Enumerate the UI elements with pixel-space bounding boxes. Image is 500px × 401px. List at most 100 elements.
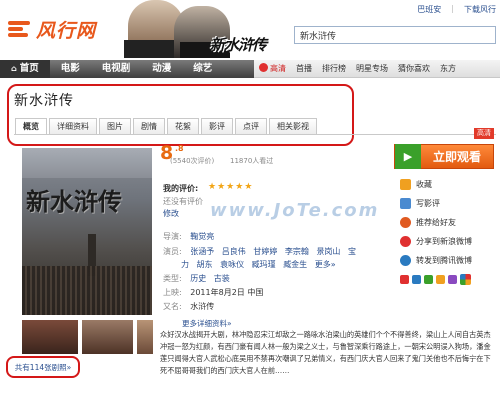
poster-crowd [22,266,152,315]
nav-hd[interactable]: 高清 [254,63,291,74]
logo-text: 风行网 [36,19,97,42]
share-icon[interactable] [448,275,457,284]
main-nav: ⌂ 首页 电影 电视剧 动漫 综艺 高清 首播 排行榜 明星专场 猜你喜欢 东方 [0,60,500,78]
share-icon[interactable] [400,275,409,284]
cast-link[interactable]: 胡东 [197,260,213,269]
site-logo[interactable]: 风行网 [8,14,126,44]
my-rating-stars[interactable]: ★ ★ ★ ★ ★ [208,182,252,192]
tab-overview[interactable]: 概览 [15,118,47,135]
cast-link[interactable]: 景岗山 [316,247,340,256]
cast-link[interactable]: 力 [181,260,189,269]
cast-link[interactable]: 袁咏仪 [220,260,244,269]
collect-action[interactable]: 收藏 [400,175,472,194]
alias-label: 又名: [163,302,182,311]
collect-label: 收藏 [416,180,432,189]
still-thumbnails [22,320,153,354]
cast-link[interactable]: 吕良伟 [222,247,246,256]
release-label: 上映: [163,288,182,297]
top-links: 巴班安 | 下载风行 [417,4,496,15]
nav-movies[interactable]: 电影 [50,60,91,78]
cast-link[interactable]: 臧金生 [283,260,307,269]
more-details-link[interactable]: 更多详细资料» [182,318,232,329]
detail-tabs: 概览 详细资料 图片 剧情 花絮 影评 点评 相关影视 [15,118,317,135]
still-thumbnail[interactable] [137,320,153,354]
nav-ranking[interactable]: 排行榜 [317,63,351,74]
nav-star-special[interactable]: 明星专场 [351,63,393,74]
alias-row: 又名: 水浒传 [163,301,214,312]
cast-row: 演员: 张涵予 吕良伟 甘婷婷 李宗翰 景岗山 宝 [163,246,361,257]
genre-label: 类型: [163,274,182,283]
star-icon[interactable]: ★ [235,182,243,192]
share-icon[interactable] [424,275,433,284]
nav-variety[interactable]: 综艺 [182,60,223,78]
star-icon[interactable]: ★ [244,182,252,192]
my-rating-label: 我的评价: [163,184,199,193]
nav-premiere[interactable]: 首播 [291,63,317,74]
tab-plot[interactable]: 剧情 [133,118,165,135]
tab-reviews[interactable]: 影评 [201,118,233,135]
download-link[interactable]: 下载风行 [464,4,496,15]
score-decimal: .8 [175,144,184,153]
star-icon[interactable]: ★ [208,182,216,192]
share-icon[interactable] [412,275,421,284]
still-thumbnail[interactable] [22,320,78,354]
share-weibo-label: 分享到新浪微博 [416,237,472,246]
share-icon[interactable] [436,275,445,284]
nav-anime[interactable]: 动漫 [141,60,182,78]
edit-rating-link[interactable]: 修改 [163,208,179,219]
cast-link[interactable]: 臧玛瑾 [252,260,276,269]
watch-now-label: 立即观看 [432,150,481,164]
movie-poster[interactable]: 新水浒传 [22,148,152,315]
recommend-action[interactable]: 推荐给好友 [400,213,472,232]
search-input[interactable] [294,26,496,44]
tencent-weibo-icon [400,255,411,266]
more-share-icon[interactable] [460,274,471,285]
star-icon[interactable]: ★ [217,182,225,192]
nav-home-label: 首页 [19,63,39,74]
cast-more-link[interactable]: 更多» [315,260,336,269]
rating-hint: 还没有评价 [163,197,203,206]
top-links-separator: | [451,4,454,13]
cast-link[interactable]: 宝 [348,247,356,256]
share-weibo-action[interactable]: 分享到新浪微博 [400,232,472,251]
tab-details[interactable]: 详细资料 [49,118,97,135]
all-stills-link[interactable]: 共有114张剧照» [6,356,80,378]
watch-now-button[interactable]: ▶ 立即观看 [394,144,494,169]
alias-value: 水浒传 [190,302,215,311]
hq-badge: 高清 [474,128,494,139]
rating-count: (5540次评价) [170,157,215,165]
still-thumbnail[interactable] [82,320,133,354]
tab-comments[interactable]: 点评 [235,118,267,135]
cast-link[interactable]: 李宗翰 [285,247,309,256]
pencil-review-icon [400,198,411,209]
home-icon: ⌂ [11,64,17,73]
write-review-action[interactable]: 写影评 [400,194,472,213]
page-title: 新水浒传 [14,93,74,109]
promo-banner[interactable]: 新水浒传 [124,0,274,58]
recommend-icon [400,217,411,228]
share-tencent-label: 转发到腾讯微博 [416,256,472,265]
more-share-icons [400,270,472,289]
nav-home[interactable]: ⌂ 首页 [0,60,50,78]
genre-link[interactable]: 古装 [214,274,230,283]
director-link[interactable]: 鞠觉亮 [190,232,214,241]
share-tencent-action[interactable]: 转发到腾讯微博 [400,251,472,270]
release-date: 2011年8月2日 中国 [190,288,264,297]
poster-title: 新水浒传 [26,187,122,216]
genre-row: 类型: 历史 古装 [163,273,235,284]
tab-related[interactable]: 相关影视 [269,118,317,135]
genre-link[interactable]: 历史 [190,274,206,283]
cast-link[interactable]: 甘婷婷 [253,247,277,256]
nav-secondary: 高清 首播 排行榜 明星专场 猜你喜欢 东方 [254,60,500,78]
star-icon[interactable]: ★ [226,182,234,192]
tabs-divider [14,134,496,135]
tab-images[interactable]: 图片 [99,118,131,135]
tab-extras[interactable]: 花絮 [167,118,199,135]
cast-link[interactable]: 张涵予 [190,247,214,256]
nav-east[interactable]: 东方 [435,63,461,74]
user-link[interactable]: 巴班安 [417,4,441,15]
write-review-label: 写影评 [416,199,440,208]
nav-tv[interactable]: 电视剧 [91,60,142,78]
nav-guess-you-like[interactable]: 猜你喜欢 [393,63,435,74]
watermark: www.JoTe.com [210,200,380,221]
